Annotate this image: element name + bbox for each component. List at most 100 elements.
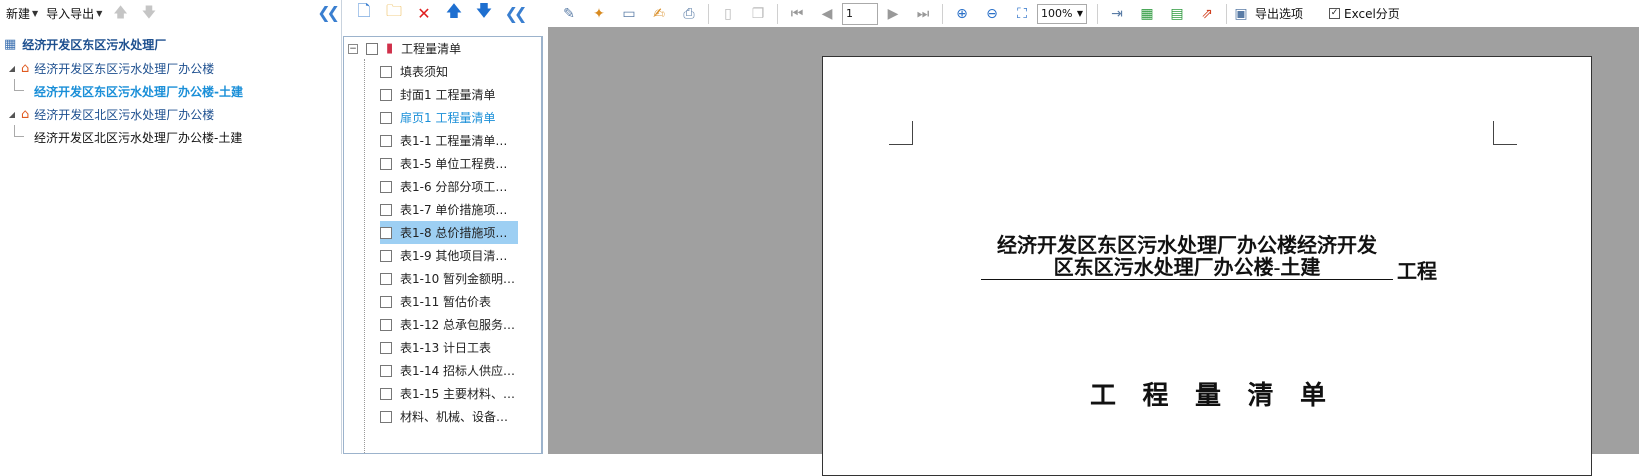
collapse-panel-icon[interactable]: ❮❮ [499, 2, 529, 26]
export-excel-icon[interactable]: ▦ [1132, 2, 1162, 26]
report-item[interactable]: 表1-11 暂估价表 [380, 290, 541, 313]
page-number-input[interactable]: 1 [842, 2, 878, 25]
report-item[interactable]: 表1-9 其他项目清… [380, 244, 541, 267]
report-item[interactable]: 表1-10 暂列金额明… [380, 267, 541, 290]
print-icon[interactable]: ⎙ [674, 2, 704, 26]
next-page-icon[interactable]: ▶ [878, 2, 908, 26]
title-underline [981, 279, 1393, 280]
edit-icon[interactable]: ✎ [554, 2, 584, 26]
report-item-label: 表1-11 暂估价表 [400, 295, 492, 309]
previous-page-icon[interactable]: ◀ [812, 2, 842, 26]
checkbox[interactable] [380, 111, 392, 124]
preview-panel: ✎ ✦ ▭ ✍ ⎙ ▯ ❐ ⏮ ◀ 1 ▶ ⏭ ⊕ ⊖ ⛶ 100% ▼ ⇥ ▦ … [548, 0, 1639, 476]
move-up-icon[interactable]: 🡅 [113, 2, 127, 26]
report-item[interactable]: 表1-14 招标人供应… [380, 359, 541, 382]
checkbox[interactable] [380, 249, 392, 262]
report-item-label: 表1-13 计日工表 [400, 341, 492, 355]
copy-page-icon[interactable]: ▯ [713, 2, 743, 26]
export-options-button[interactable]: 导出选项 [1255, 5, 1303, 22]
edit-report-icon[interactable]: ✍ [644, 2, 674, 26]
checkbox[interactable] [380, 203, 392, 216]
checkbox[interactable] [380, 65, 392, 78]
checkbox[interactable] [380, 295, 392, 308]
move-down-icon[interactable]: 🡇 [142, 2, 156, 26]
magic-wand-icon[interactable]: ✦ [584, 2, 614, 26]
arrow-up-icon[interactable]: 🡅 [439, 1, 469, 26]
report-list-panel: 🗋 🗀 ✕ 🡅 🡇 ❮❮ − ▮ 工程量清单 填表须知 封面1 工程量清单扉页1 … [343, 0, 546, 454]
last-page-icon[interactable]: ⏭ [908, 2, 938, 26]
checkbox[interactable] [380, 410, 392, 423]
zoom-in-icon[interactable]: ⊕ [947, 2, 977, 26]
export-icon[interactable]: ⇥ [1102, 2, 1132, 26]
report-item[interactable]: 表1-13 计日工表 [380, 336, 541, 359]
arrow-down-icon[interactable]: 🡇 [469, 1, 499, 26]
divider [1226, 3, 1227, 24]
report-root[interactable]: − ▮ 工程量清单 [348, 37, 541, 60]
report-item[interactable]: 材料、机械、设备… [380, 405, 541, 428]
expand-arrow-icon[interactable]: ◢ [6, 110, 18, 119]
checkbox[interactable] [380, 387, 392, 400]
chevron-down-icon: ▼ [1076, 9, 1083, 18]
report-item[interactable]: 填表须知 [380, 60, 541, 83]
add-folder-icon[interactable]: 🗀 [379, 1, 409, 26]
report-item-label: 表1-7 单价措施项… [400, 203, 508, 217]
zoom-out-icon[interactable]: ⊖ [977, 2, 1007, 26]
excel-paging-checkbox[interactable]: ✓ [1329, 8, 1341, 19]
collapse-panel-icon[interactable]: ❮❮ [317, 3, 340, 22]
report-item[interactable]: 表1-8 总价措施项… [380, 221, 518, 244]
document-title: 经济开发区东区污水处理厂办公楼经济开发 区东区污水处理厂办公楼-土建 [981, 235, 1393, 279]
export-sheet-icon[interactable]: ▤ [1162, 2, 1192, 26]
tree-item-east-civil[interactable]: 经济开发区东区污水处理厂办公楼-土建 [34, 80, 243, 102]
report-item-label: 扉页1 工程量清单 [400, 111, 496, 125]
checkbox[interactable] [380, 88, 392, 101]
new-report-icon[interactable]: 🗋 [349, 1, 379, 26]
tree-item-label: 经济开发区北区污水处理厂办公楼-土建 [34, 130, 243, 145]
fit-page-icon[interactable]: ⛶ [1007, 2, 1037, 26]
left-toolbar: 新建 ▼ 导入导出 ▼ 🡅 🡇 ❮❮ [0, 0, 342, 27]
zoom-select[interactable]: 100% ▼ [1037, 3, 1087, 24]
tree-item-north-office[interactable]: ◢ ⌂ 经济开发区北区污水处理厂办公楼 [6, 103, 214, 125]
duplicate-icon[interactable]: ❐ [743, 2, 773, 26]
new-menu[interactable]: 新建 ▼ [4, 5, 40, 22]
document-heading: 工 程 量 清 单 [1089, 381, 1336, 410]
checkbox[interactable] [380, 364, 392, 377]
first-page-icon[interactable]: ⏮ [782, 2, 812, 26]
document-page: 经济开发区东区污水处理厂办公楼经济开发 区东区污水处理厂办公楼-土建 工程 工 … [822, 56, 1592, 476]
zoom-value: 100% [1041, 7, 1073, 20]
tree-item-north-civil[interactable]: 经济开发区北区污水处理厂办公楼-土建 [34, 126, 242, 148]
report-tree: − ▮ 工程量清单 填表须知 封面1 工程量清单扉页1 工程量清单表1-1 工程量… [343, 36, 543, 454]
report-item[interactable]: 表1-6 分部分项工… [380, 175, 541, 198]
tree-root[interactable]: ▦ 经济开发区东区污水处理厂 [4, 33, 166, 55]
chevron-down-icon: ▼ [32, 9, 39, 18]
collapse-toggle-icon[interactable]: − [348, 43, 358, 54]
delete-icon[interactable]: ✕ [409, 2, 439, 26]
checkbox[interactable] [380, 272, 392, 285]
report-item[interactable]: 表1-12 总承包服务… [380, 313, 541, 336]
tree-guide-line [364, 59, 365, 453]
checkbox[interactable] [380, 318, 392, 331]
report-item[interactable]: 扉页1 工程量清单 [380, 106, 541, 129]
checkbox[interactable] [380, 157, 392, 170]
checkbox[interactable] [380, 134, 392, 147]
report-item-label: 表1-12 总承包服务… [400, 318, 516, 332]
margin-mark-right [1493, 121, 1517, 145]
export-pdf-icon[interactable]: ⇗ [1192, 2, 1222, 26]
checkbox[interactable] [380, 341, 392, 354]
report-item[interactable]: 表1-5 单位工程费… [380, 152, 541, 175]
report-item[interactable]: 表1-1 工程量清单… [380, 129, 541, 152]
report-item-label: 表1-9 其他项目清… [400, 249, 508, 263]
report-item[interactable]: 表1-7 单价措施项… [380, 198, 541, 221]
divider [942, 3, 943, 24]
page-setup-icon[interactable]: ▭ [614, 2, 644, 26]
checkbox[interactable] [366, 42, 378, 55]
report-item[interactable]: 表1-15 主要材料、… [380, 382, 541, 405]
export-options-icon[interactable]: ▣ [1231, 2, 1251, 26]
import-export-menu[interactable]: 导入导出 ▼ [44, 5, 104, 22]
report-item-label: 表1-5 单位工程费… [400, 157, 508, 171]
checkbox[interactable] [380, 226, 392, 239]
report-item[interactable]: 封面1 工程量清单 [380, 83, 541, 106]
expand-arrow-icon[interactable]: ◢ [6, 64, 18, 73]
book-icon: ▮ [386, 41, 394, 56]
tree-item-east-office[interactable]: ◢ ⌂ 经济开发区东区污水处理厂办公楼 [6, 57, 214, 79]
checkbox[interactable] [380, 180, 392, 193]
